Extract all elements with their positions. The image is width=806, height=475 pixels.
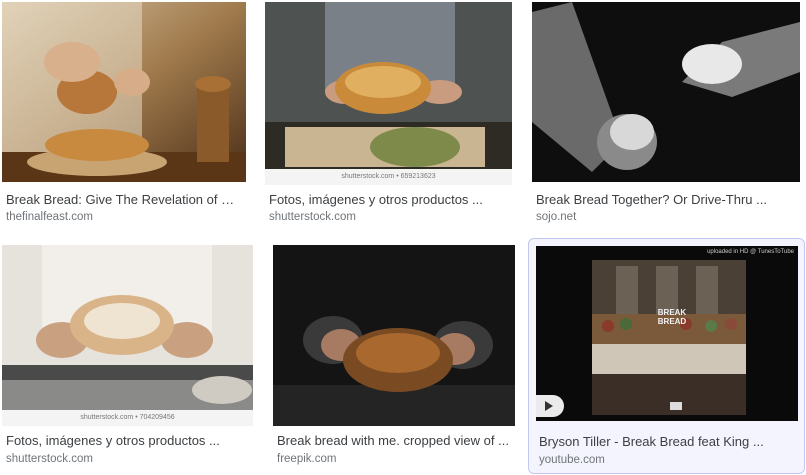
album-cover-image [592, 260, 746, 415]
result-title-1[interactable]: Break Bread: Give The Revelation of God … [6, 192, 244, 208]
result-card-1[interactable]: Break Bread: Give The Revelation of God … [2, 2, 246, 227]
result-source-5: freepik.com [277, 453, 337, 465]
result-title-6[interactable]: Bryson Tiller - Break Bread feat King ..… [539, 434, 799, 450]
watermark-2: shutterstock.com • 659213623 [265, 169, 512, 185]
result-thumbnail-6[interactable]: uploaded in HD @ TunesToTube BREAK BREAD [536, 246, 798, 421]
result-source-1: thefinalfeast.com [6, 211, 93, 223]
watermark-4: shutterstock.com • 704209456 [2, 410, 253, 426]
result-card-6[interactable]: uploaded in HD @ TunesToTube BREAK BREAD… [528, 238, 805, 474]
result-card-5[interactable]: Break bread with me. cropped view of ...… [273, 245, 515, 470]
result-source-2: shutterstock.com [269, 211, 356, 223]
result-thumbnail-4[interactable]: shutterstock.com • 704209456 [2, 245, 253, 426]
bread-image-1 [2, 2, 246, 182]
result-title-3[interactable]: Break Bread Together? Or Drive-Thru ... [536, 192, 798, 208]
bread-image-3 [532, 2, 800, 182]
result-source-4: shutterstock.com [6, 453, 93, 465]
result-source-3: sojo.net [536, 211, 577, 223]
result-card-4[interactable]: shutterstock.com • 704209456 Fotos, imág… [2, 245, 253, 470]
result-card-2[interactable]: shutterstock.com • 659213623 Fotos, imág… [265, 2, 512, 227]
result-thumbnail-1[interactable] [2, 2, 246, 182]
result-card-3[interactable]: Break Bread Together? Or Drive-Thru ... … [532, 2, 800, 227]
album-title-text: BREAK BREAD [657, 308, 687, 326]
result-thumbnail-3[interactable] [532, 2, 800, 182]
result-thumbnail-2[interactable]: shutterstock.com • 659213623 [265, 2, 512, 185]
bread-image-2 [265, 2, 512, 169]
upload-overlay-text: uploaded in HD @ TunesToTube [707, 249, 794, 255]
result-title-5[interactable]: Break bread with me. cropped view of ... [277, 433, 513, 449]
bread-image-5 [273, 245, 515, 426]
result-source-6: youtube.com [539, 454, 605, 466]
result-thumbnail-5[interactable] [273, 245, 515, 426]
bread-image-4 [2, 245, 253, 410]
play-icon[interactable] [536, 395, 564, 417]
result-title-2[interactable]: Fotos, imágenes y otros productos ... [269, 192, 509, 208]
result-title-4[interactable]: Fotos, imágenes y otros productos ... [6, 433, 252, 449]
